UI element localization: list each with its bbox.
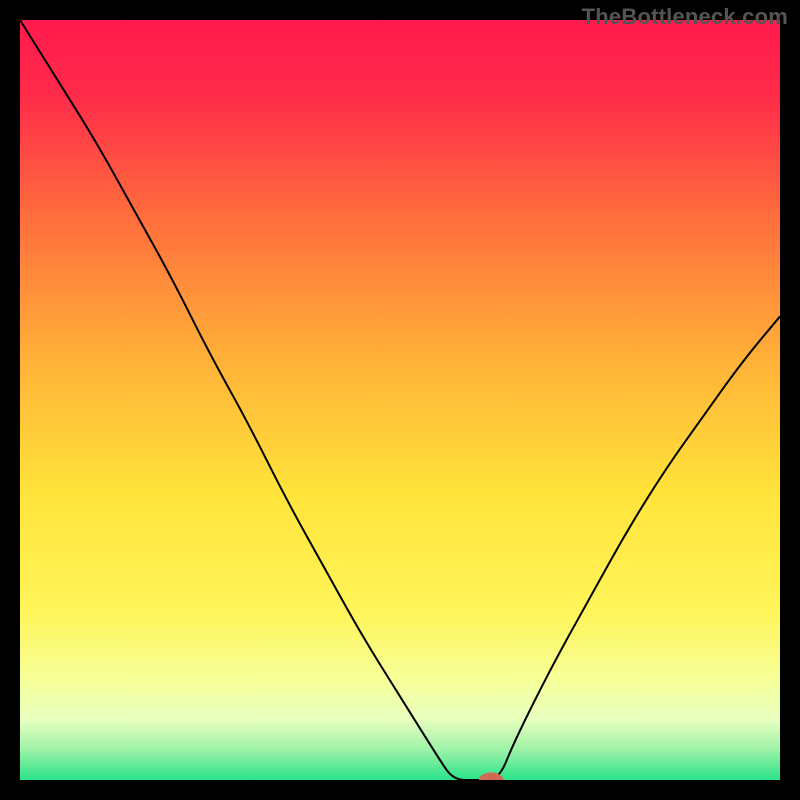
watermark-text: TheBottleneck.com [582,4,788,30]
plot-area [20,20,780,780]
chart-stage: TheBottleneck.com [0,0,800,800]
gradient-rect [20,20,780,780]
plot-svg [20,20,780,780]
